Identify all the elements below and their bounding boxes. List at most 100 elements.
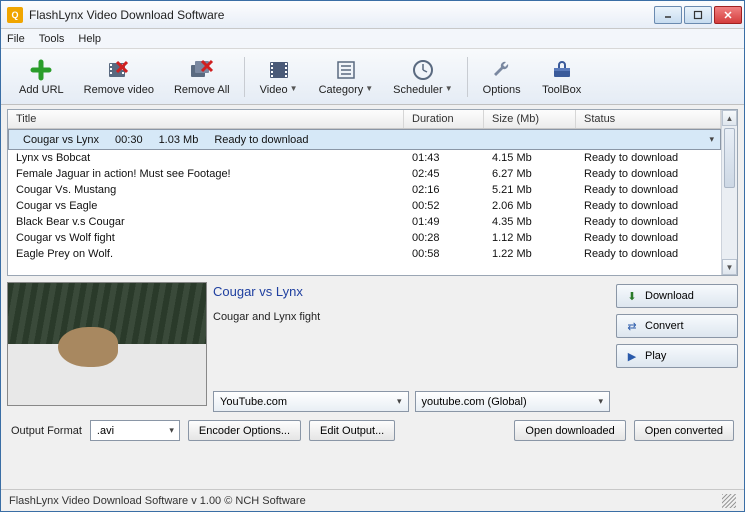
cell-size: 1.12 Mb [484,231,576,245]
cell-title: Cougar vs Lynx [15,133,107,147]
toolbar: Add URL Remove video Remove All Video▼ C… [1,49,744,105]
grid-header: Title Duration Size (Mb) Status [8,110,721,129]
cell-title: Eagle Prey on Wolf. [8,247,404,261]
menu-file[interactable]: File [7,33,25,45]
cell-size: 6.27 Mb [484,167,576,181]
scroll-thumb[interactable] [724,128,735,188]
encoder-options-button[interactable]: Encoder Options... [188,420,301,441]
maximize-button[interactable] [684,6,712,24]
cell-duration: 01:43 [404,151,484,165]
cell-size: 4.15 Mb [484,151,576,165]
open-converted-button[interactable]: Open converted [634,420,734,441]
remove-video-button[interactable]: Remove video [74,53,164,101]
cell-status: Ready to download [576,199,721,213]
table-row[interactable]: Cougar Vs. Mustang02:165.21 MbReady to d… [8,182,721,198]
cell-title: Black Bear v.s Cougar [8,215,404,229]
output-format-select[interactable]: .avi [90,420,180,441]
table-row[interactable]: Cougar vs Lynx00:301.03 MbReady to downl… [8,129,721,150]
table-row[interactable]: Cougar vs Wolf fight00:281.12 MbReady to… [8,230,721,246]
open-downloaded-button[interactable]: Open downloaded [514,420,625,441]
status-text: FlashLynx Video Download Software v 1.00… [9,495,306,507]
video-button[interactable]: Video▼ [249,53,309,101]
server-select[interactable]: youtube.com (Global) [415,391,611,412]
cell-title: Lynx vs Bobcat [8,151,404,165]
cell-title: Cougar vs Wolf fight [8,231,404,245]
detail-description: Cougar and Lynx fight [213,311,610,391]
chevron-down-icon: ▼ [290,84,298,93]
cell-title: Cougar vs Eagle [8,199,404,213]
col-duration[interactable]: Duration [404,110,484,128]
col-status[interactable]: Status [576,110,721,128]
toolbar-separator [467,57,468,97]
scroll-down-button[interactable]: ▼ [722,259,737,275]
window-title: FlashLynx Video Download Software [29,8,654,22]
edit-output-button[interactable]: Edit Output... [309,420,395,441]
cell-duration: 00:52 [404,199,484,213]
chevron-down-icon: ▼ [445,84,453,93]
toolbox-button[interactable]: ToolBox [532,53,592,101]
film-x-icon [107,58,131,82]
cell-status: Ready to download [576,167,721,181]
cell-size: 4.35 Mb [484,215,576,229]
category-button[interactable]: Category▼ [309,53,384,101]
app-icon: Q [7,7,23,23]
table-row[interactable]: Female Jaguar in action! Must see Footag… [8,166,721,182]
cell-status: Ready to download [576,247,721,261]
table-row[interactable]: Cougar vs Eagle00:522.06 MbReady to down… [8,198,721,214]
cell-size: 5.21 Mb [484,183,576,197]
cell-duration: 00:58 [404,247,484,261]
cell-status: Ready to download [576,151,721,165]
col-size[interactable]: Size (Mb) [484,110,576,128]
video-grid: Title Duration Size (Mb) Status Cougar v… [7,109,738,276]
video-thumbnail [7,282,207,406]
chevron-down-icon: ▼ [365,84,373,93]
cell-size: 2.06 Mb [484,199,576,213]
cell-status: Ready to download [576,231,721,245]
cell-status: Ready to download [206,133,316,147]
col-title[interactable]: Title [8,110,404,128]
detail-title: Cougar vs Lynx [213,284,610,299]
source-select[interactable]: YouTube.com [213,391,409,412]
menubar: File Tools Help [1,29,744,49]
cell-status: Ready to download [576,215,721,229]
scroll-up-button[interactable]: ▲ [722,110,737,126]
plus-icon [29,58,53,82]
table-row[interactable]: Eagle Prey on Wolf.00:581.22 MbReady to … [8,246,721,262]
cell-size: 1.03 Mb [151,133,207,147]
add-url-button[interactable]: Add URL [9,53,74,101]
app-window: Q FlashLynx Video Download Software File… [0,0,745,512]
cell-title: Female Jaguar in action! Must see Footag… [8,167,404,181]
table-row[interactable]: Black Bear v.s Cougar01:494.35 MbReady t… [8,214,721,230]
statusbar: FlashLynx Video Download Software v 1.00… [1,489,744,511]
cell-duration: 02:16 [404,183,484,197]
convert-icon: ⇄ [625,319,639,333]
remove-all-button[interactable]: Remove All [164,53,240,101]
films-x-icon [190,58,214,82]
download-button[interactable]: ⬇ Download [616,284,738,308]
scroll-track[interactable] [722,190,737,259]
play-icon: ▶ [625,349,639,363]
minimize-button[interactable] [654,6,682,24]
menu-tools[interactable]: Tools [39,33,65,45]
list-icon [334,58,358,82]
options-button[interactable]: Options [472,53,532,101]
vertical-scrollbar[interactable]: ▲ ▼ [721,110,737,275]
cell-duration: 02:45 [404,167,484,181]
menu-help[interactable]: Help [78,33,101,45]
table-row[interactable]: Lynx vs Bobcat01:434.15 MbReady to downl… [8,150,721,166]
cell-title: Cougar Vs. Mustang [8,183,404,197]
cell-duration: 00:30 [107,133,151,147]
resize-grip-icon[interactable] [722,494,736,508]
convert-button[interactable]: ⇄ Convert [616,314,738,338]
scheduler-button[interactable]: Scheduler▼ [383,53,462,101]
film-icon [267,58,291,82]
close-button[interactable] [714,6,742,24]
toolbox-icon [550,58,574,82]
download-icon: ⬇ [625,289,639,303]
toolbar-separator [244,57,245,97]
cell-status: Ready to download [576,183,721,197]
cell-duration: 00:28 [404,231,484,245]
play-button[interactable]: ▶ Play [616,344,738,368]
cell-size: 1.22 Mb [484,247,576,261]
cell-duration: 01:49 [404,215,484,229]
